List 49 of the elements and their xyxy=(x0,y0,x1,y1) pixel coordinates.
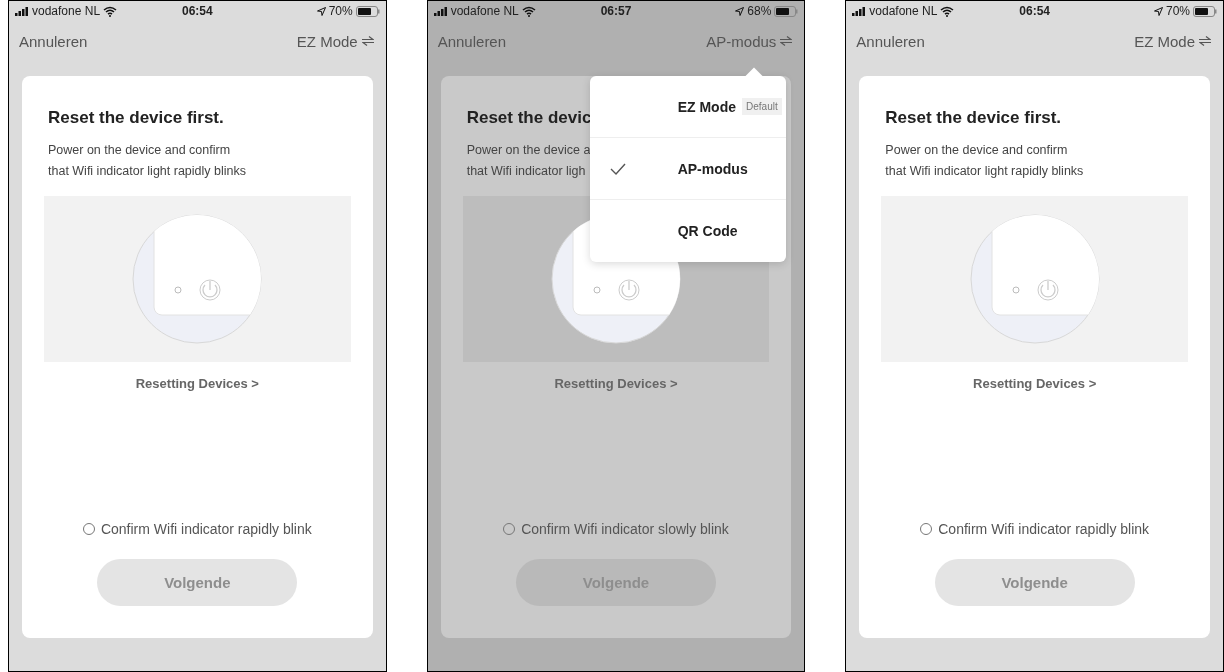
location-arrow-icon xyxy=(316,6,326,16)
battery-percentage: 70% xyxy=(328,4,353,18)
signal-icon xyxy=(433,6,448,16)
card-title: Reset the devic xyxy=(466,108,592,128)
resetting-devices-link[interactable]: Resetting Devices > xyxy=(135,376,259,391)
battery-icon xyxy=(1193,5,1217,17)
resetting-devices-link[interactable]: Resetting Devices > xyxy=(554,376,678,391)
menu-item[interactable]: AP-modus xyxy=(589,138,786,200)
instruction-text: that Wifi indicator ligh xyxy=(466,163,586,180)
confirm-label: Confirm Wifi indicator rapidly blink xyxy=(100,521,312,537)
menu-item[interactable]: QR Code xyxy=(589,200,786,262)
battery-icon xyxy=(355,5,380,17)
location-arrow-icon xyxy=(1154,6,1163,16)
mode-switch-link[interactable]: EZ Mode xyxy=(296,32,358,50)
location-arrow-icon xyxy=(735,6,745,16)
battery-icon xyxy=(774,5,799,17)
carrier-name: vodafone NL xyxy=(869,4,938,18)
instruction-text: that Wifi indicator light rapidly blinks xyxy=(885,163,1084,180)
clock-time: 06:57 xyxy=(600,4,632,18)
battery-percentage: 68% xyxy=(747,4,772,18)
cancel-link[interactable]: Annuleren xyxy=(856,32,925,50)
signal-icon xyxy=(852,6,867,16)
mode-switch-link[interactable]: AP-modus xyxy=(706,32,777,50)
instruction-text: Power on the device a xyxy=(466,142,591,159)
wifi-icon xyxy=(103,5,118,17)
card-title: Reset the device first. xyxy=(885,108,1062,128)
wifi-icon xyxy=(940,5,955,17)
carrier-name: vodafone NL xyxy=(32,4,101,18)
swap-arrows-icon[interactable] xyxy=(1199,36,1211,46)
cancel-link[interactable]: Annuleren xyxy=(437,32,507,50)
swap-arrows-icon[interactable] xyxy=(361,36,374,46)
signal-icon xyxy=(15,6,29,16)
default-badge: Default xyxy=(742,98,782,115)
menu-item[interactable]: EZ Mode Default xyxy=(589,76,786,138)
instruction-text: that Wifi indicator light rapidly blinks xyxy=(48,163,246,180)
clock-time: 06:54 xyxy=(1019,4,1051,18)
instruction-text: Power on the device and confirm xyxy=(885,142,1068,159)
carrier-name: vodafone NL xyxy=(450,4,519,18)
wifi-icon xyxy=(521,5,536,17)
confirm-label: Confirm Wifi indicator rapidly blink xyxy=(938,521,1150,537)
swap-arrows-icon[interactable] xyxy=(780,36,793,46)
clock-time: 06:54 xyxy=(182,4,213,18)
confirm-label: Confirm Wifi indicator slowly blink xyxy=(521,521,729,537)
card-title: Reset the device first. xyxy=(48,108,224,128)
resetting-devices-link[interactable]: Resetting Devices > xyxy=(973,376,1097,391)
cancel-link[interactable]: Annuleren xyxy=(19,32,88,50)
instruction-text: Power on the device and confirm xyxy=(48,142,231,159)
battery-percentage: 70% xyxy=(1166,4,1190,18)
mode-switch-link[interactable]: EZ Mode xyxy=(1134,32,1195,50)
